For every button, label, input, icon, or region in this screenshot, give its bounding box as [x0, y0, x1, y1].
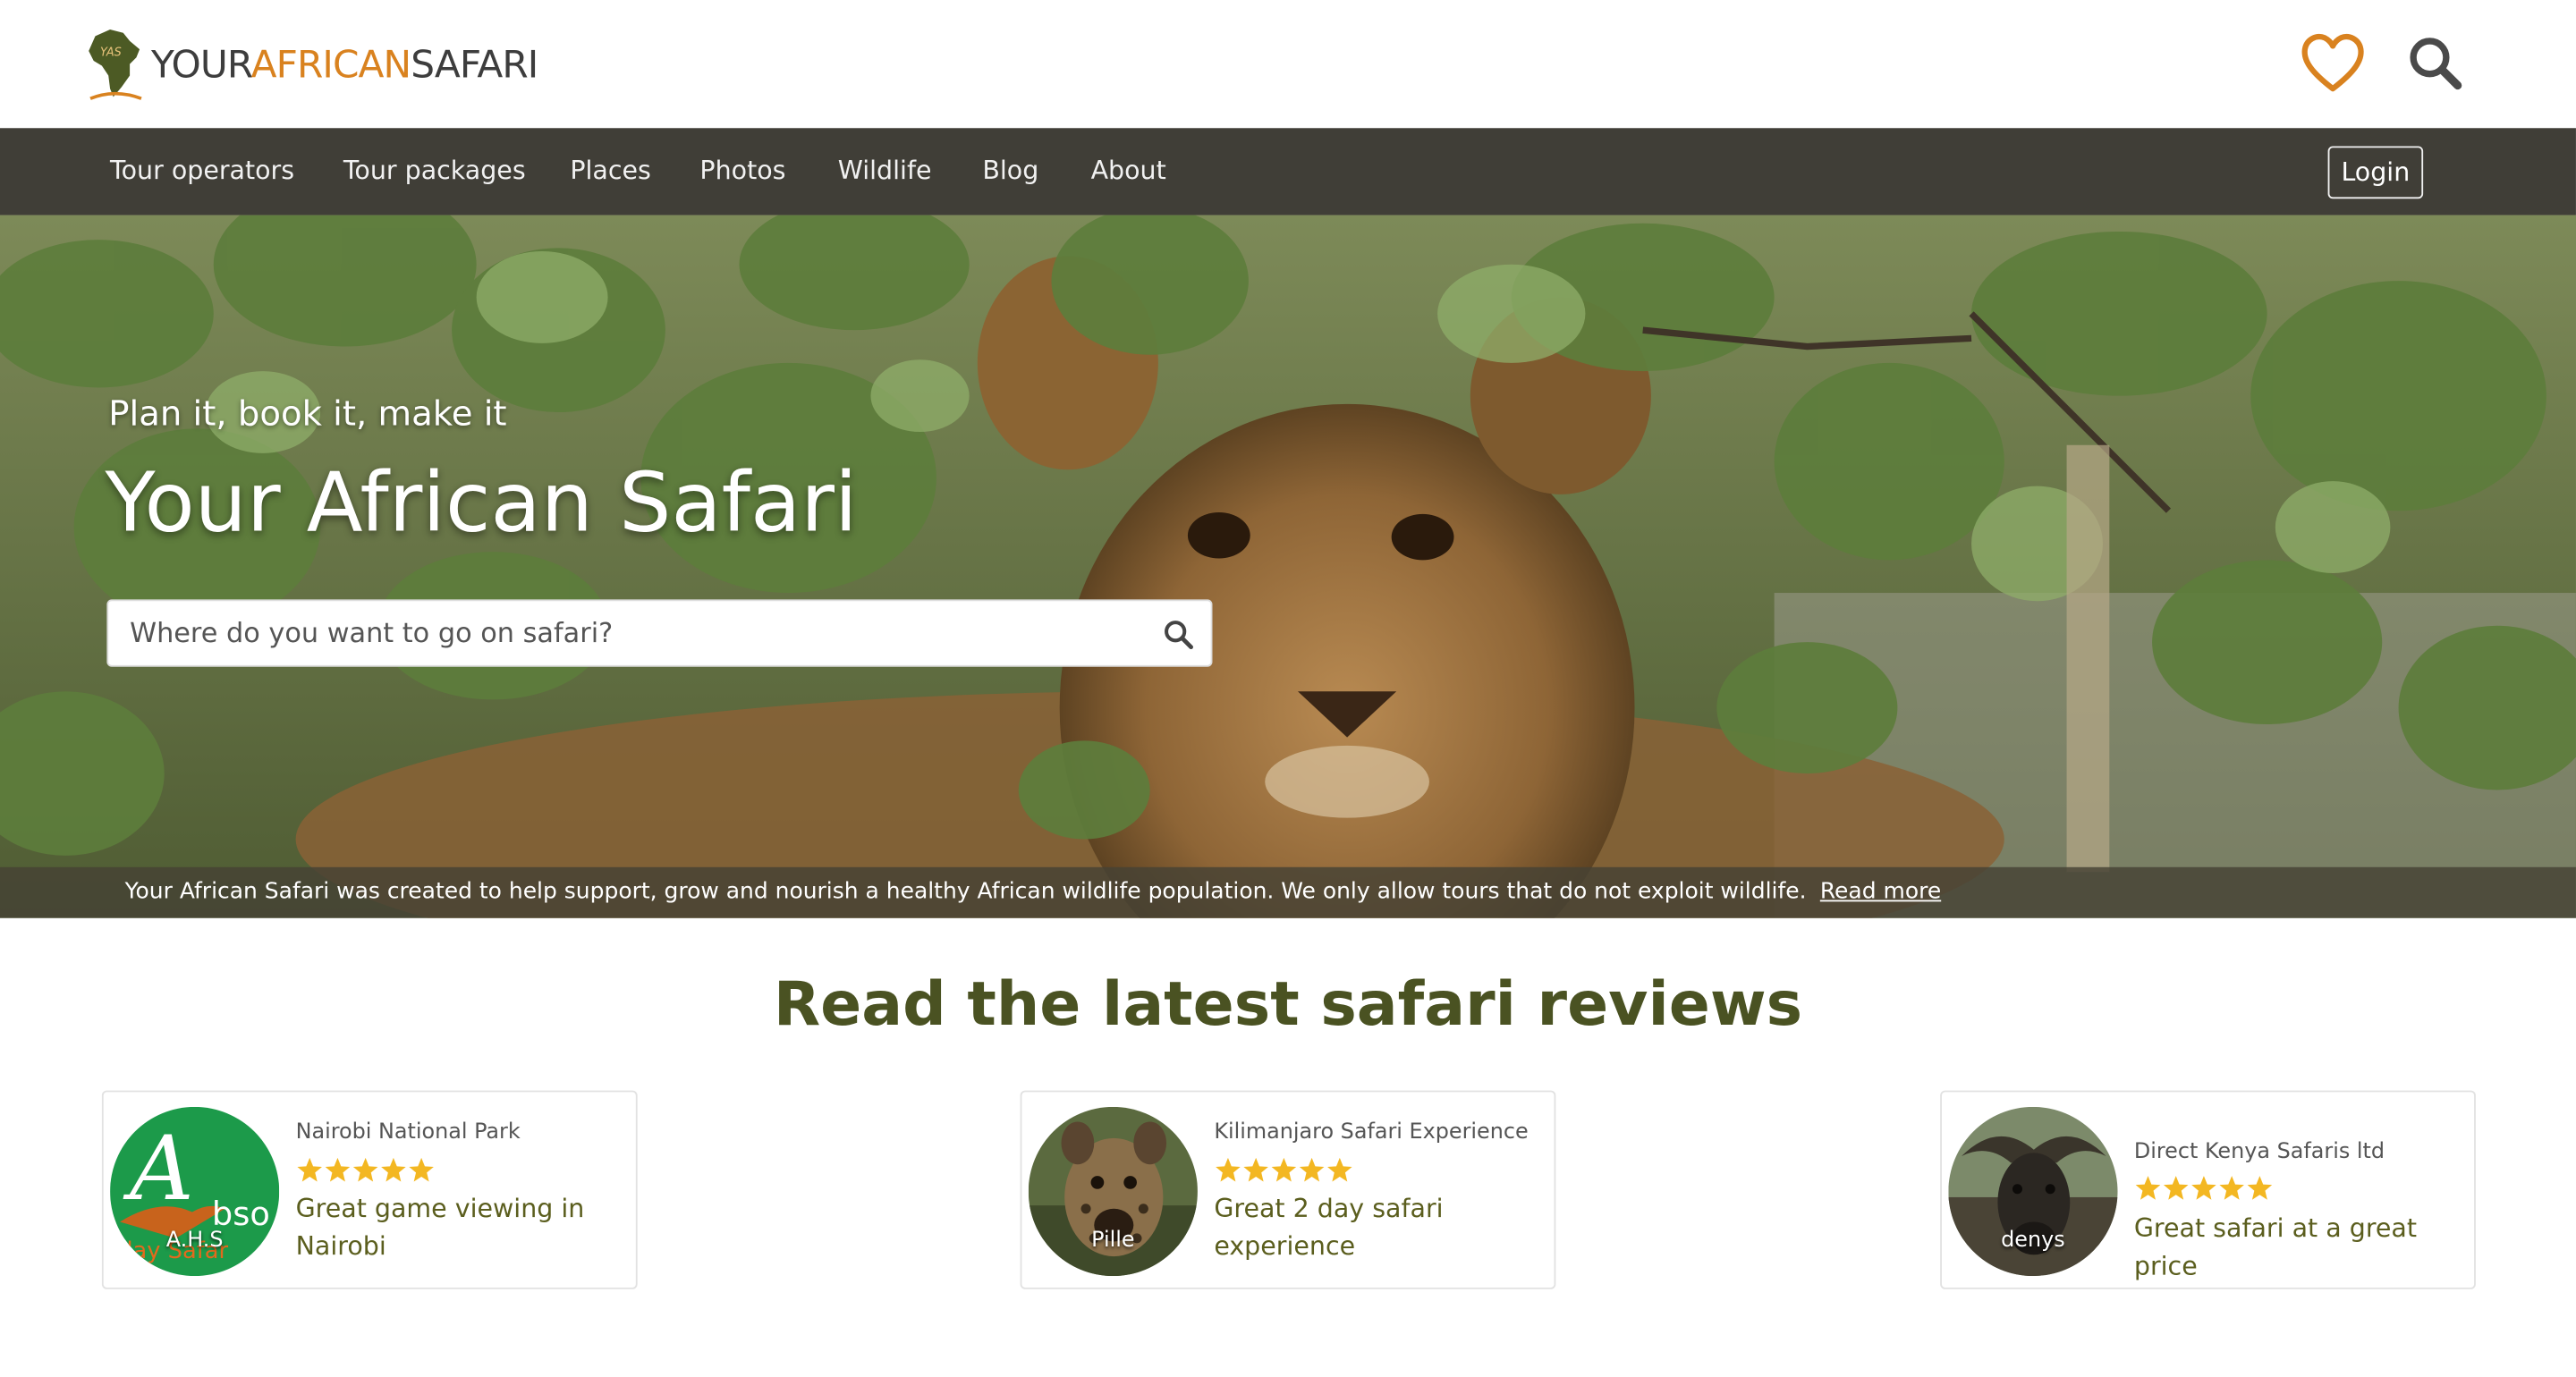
- reviewer-name: denys: [2001, 1228, 2065, 1254]
- review-title[interactable]: Great game viewing in Nairobi: [296, 1191, 624, 1266]
- mission-banner: Your African Safari was created to help …: [0, 866, 2576, 918]
- review-card[interactable]: A bso day Safar A.H.S Nairobi National P…: [101, 1090, 638, 1289]
- nav-item-photos[interactable]: Photos: [699, 128, 785, 215]
- nav-item-tour-packages[interactable]: Tour packages: [343, 128, 526, 215]
- operator-name: Nairobi National Park: [295, 1119, 521, 1145]
- star-rating: [296, 1156, 436, 1186]
- nav-item-wildlife[interactable]: Wildlife: [838, 128, 932, 215]
- login-button[interactable]: Login: [2327, 146, 2424, 199]
- hero-banner: Plan it, book it, make it Your African S…: [0, 215, 2576, 918]
- search-icon[interactable]: [1163, 619, 1194, 650]
- svg-text:A: A: [123, 1118, 194, 1221]
- nav-item-tour-operators[interactable]: Tour operators: [110, 128, 294, 215]
- read-more-link[interactable]: Read more: [1820, 879, 1941, 905]
- mission-text: Your African Safari was created to help …: [124, 878, 1942, 906]
- heart-icon[interactable]: [2299, 30, 2368, 98]
- svg-text:bso: bso: [212, 1195, 270, 1233]
- nav-item-about[interactable]: About: [1091, 128, 1166, 215]
- operator-name: Kilimanjaro Safari Experience: [1214, 1119, 1529, 1145]
- hero-kicker: Plan it, book it, make it: [108, 393, 507, 434]
- reviewer-name: Pille: [1091, 1228, 1135, 1254]
- star-rating: [2134, 1174, 2274, 1204]
- five-stars-icon: [1216, 1157, 1352, 1182]
- africa-map-icon: YAS: [89, 30, 142, 100]
- search-icon[interactable]: [2405, 33, 2468, 96]
- main-nav: Tour operators Tour packages Places Phot…: [0, 128, 2576, 215]
- hero-title: Your African Safari: [105, 454, 858, 551]
- review-card[interactable]: Pille Kilimanjaro Safari Experience Grea…: [1020, 1090, 1556, 1289]
- destination-search-input[interactable]: [130, 601, 1148, 665]
- site-logo[interactable]: YAS YOURAFRICANSAFARI: [86, 26, 538, 101]
- review-title[interactable]: Great 2 day safari experience: [1214, 1191, 1542, 1266]
- reviews-heading: Read the latest safari reviews: [773, 968, 1803, 1040]
- reviewer-avatar: Pille: [1028, 1106, 1198, 1277]
- reviewer-name: A.H.S: [165, 1228, 224, 1254]
- star-rating: [1214, 1156, 1353, 1186]
- reviewer-avatar: denys: [1948, 1106, 2118, 1277]
- lion-cub-hero-image: [0, 215, 2576, 918]
- nav-item-places[interactable]: Places: [570, 128, 651, 215]
- review-title[interactable]: Great safari at a great price: [2134, 1211, 2471, 1286]
- logo-wordmark: YOURAFRICANSAFARI: [150, 44, 538, 88]
- site-header: YAS YOURAFRICANSAFARI: [0, 0, 2576, 129]
- review-card[interactable]: denys Direct Kenya Safaris ltd Great saf…: [1940, 1090, 2476, 1289]
- five-stars-icon: [297, 1157, 434, 1182]
- reviewer-avatar: A bso day Safar A.H.S: [110, 1106, 280, 1277]
- destination-search-box: [106, 599, 1213, 667]
- five-stars-icon: [2135, 1176, 2273, 1200]
- nav-item-blog[interactable]: Blog: [982, 128, 1038, 215]
- operator-name: Direct Kenya Safaris ltd: [2133, 1139, 2385, 1165]
- svg-text:YAS: YAS: [100, 46, 122, 59]
